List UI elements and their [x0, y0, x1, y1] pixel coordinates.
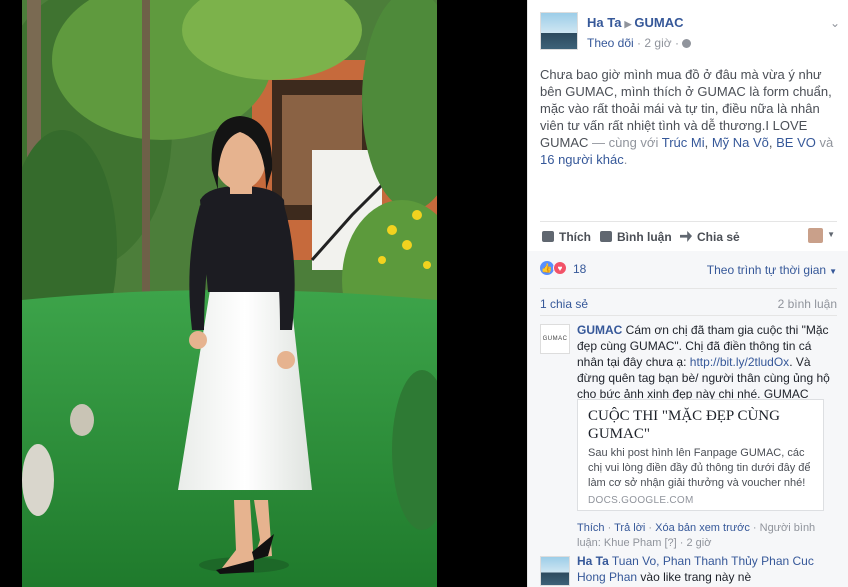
comment-count: 2 bình luận [777, 297, 837, 311]
comment-like-link[interactable]: Thích [577, 522, 605, 534]
reply-text: vào like trang này nè [640, 570, 752, 584]
viewer-avatar[interactable] [808, 228, 823, 243]
chevron-down-icon[interactable]: ⌄ [830, 16, 840, 30]
tag-truc-mi[interactable]: Trúc Mi [662, 135, 705, 150]
reply-author[interactable]: Ha Ta [577, 554, 609, 568]
link-card-description: Sau khi post hình lên Fanpage GUMAC, các… [588, 447, 811, 489]
caret-down-icon: ▼ [829, 267, 837, 276]
comments-section: 👍 ♥ 18 Theo trình tự thời gian ▼ 1 chia s… [528, 251, 848, 587]
post-actions-bar: Thích Bình luận Chia sẻ ▼ [540, 221, 837, 251]
meta-sep-2: · [674, 36, 679, 50]
like-button[interactable]: Thích [542, 230, 591, 244]
like-label: Thích [559, 230, 591, 244]
share-arrow-icon [680, 231, 692, 242]
sep: · [752, 522, 757, 534]
follow-link[interactable]: Theo dõi [587, 36, 634, 50]
commenter-avatar[interactable]: GUMAC [540, 324, 570, 354]
commenter-name[interactable]: GUMAC [577, 323, 622, 337]
comment-button[interactable]: Bình luận [600, 230, 672, 244]
globe-icon [681, 39, 691, 48]
reply-avatar[interactable] [540, 556, 570, 586]
author-line: Ha Ta ▶ GUMAC [587, 15, 683, 30]
sep: · [648, 522, 653, 534]
tag-others[interactable]: 16 người khác [540, 152, 624, 167]
post-meta: Theo dõi · 2 giờ · [587, 36, 691, 50]
author-name[interactable]: Ha Ta [587, 15, 621, 30]
divider [540, 315, 837, 316]
tag-be-vo[interactable]: BE VO [776, 135, 816, 150]
comment-time[interactable]: 2 giờ [686, 537, 711, 549]
meta-sep: · [637, 36, 642, 50]
page-name[interactable]: GUMAC [634, 15, 683, 30]
reply-body: Ha Ta Tuan Vo, Phan Thanh Thủy Phan Cuc … [577, 553, 827, 585]
link-preview-card[interactable]: CUỘC THI "MẶC ĐẸP CÙNG GUMAC" Sau khi po… [577, 399, 824, 511]
reaction-count[interactable]: 18 [573, 262, 586, 276]
and-word: và [819, 135, 834, 150]
post-header: Ha Ta ▶ GUMAC Theo dõi · 2 giờ · ⌄ [540, 12, 840, 52]
sort-label: Theo trình tự thời gian [706, 263, 827, 277]
reactions-row: 👍 ♥ 18 Theo trình tự thời gian ▼ [540, 260, 837, 278]
comment-label: Bình luận [617, 230, 672, 244]
photo-illustration [22, 0, 437, 587]
comment-actions: Thích · Trả lời · Xóa bản xem trước · Ng… [577, 521, 840, 551]
share-count[interactable]: 1 chia sẻ [540, 297, 588, 311]
caret-down-icon[interactable]: ▼ [827, 230, 835, 239]
post-time[interactable]: 2 giờ [644, 36, 671, 50]
post-text: Chưa bao giờ mình mua đồ ở đâu mà vừa ý … [540, 67, 834, 167]
end-dot: . [623, 152, 628, 167]
sep: · [679, 537, 684, 549]
author-avatar[interactable] [540, 12, 578, 50]
comment-reply-link[interactable]: Trả lời [614, 522, 645, 534]
like-reaction-icon[interactable]: 👍 [540, 261, 554, 275]
link-card-title: CUỘC THI "MẶC ĐẸP CÙNG GUMAC" [588, 408, 780, 442]
comment-link[interactable]: http://bit.ly/2tludOx [690, 355, 789, 369]
tag-my-na-vo[interactable]: Mỹ Na Võ [712, 135, 769, 150]
footnote-link[interactable]: [?] [664, 537, 676, 549]
remove-preview-link[interactable]: Xóa bản xem trước [655, 522, 750, 534]
comment-icon [600, 231, 612, 242]
thumbs-up-icon [542, 231, 554, 242]
share-label: Chia sẻ [697, 230, 740, 244]
with-prefix: — cùng với [592, 135, 659, 150]
comment-sort-dropdown[interactable]: Theo trình tự thời gian ▼ [707, 263, 837, 277]
photo-viewer[interactable] [0, 0, 527, 587]
arrow-right-icon: ▶ [624, 19, 632, 29]
share-button[interactable]: Chia sẻ [680, 230, 740, 244]
sep: · [607, 522, 612, 534]
stats-row: 1 chia sẻ 2 bình luận [540, 288, 837, 314]
link-card-domain: DOCS.GOOGLE.COM [588, 495, 694, 506]
post-photo[interactable] [22, 0, 437, 587]
post-details-panel: Ha Ta ▶ GUMAC Theo dõi · 2 giờ · ⌄ Chưa ba… [527, 0, 848, 587]
love-reaction-icon[interactable]: ♥ [553, 261, 567, 275]
